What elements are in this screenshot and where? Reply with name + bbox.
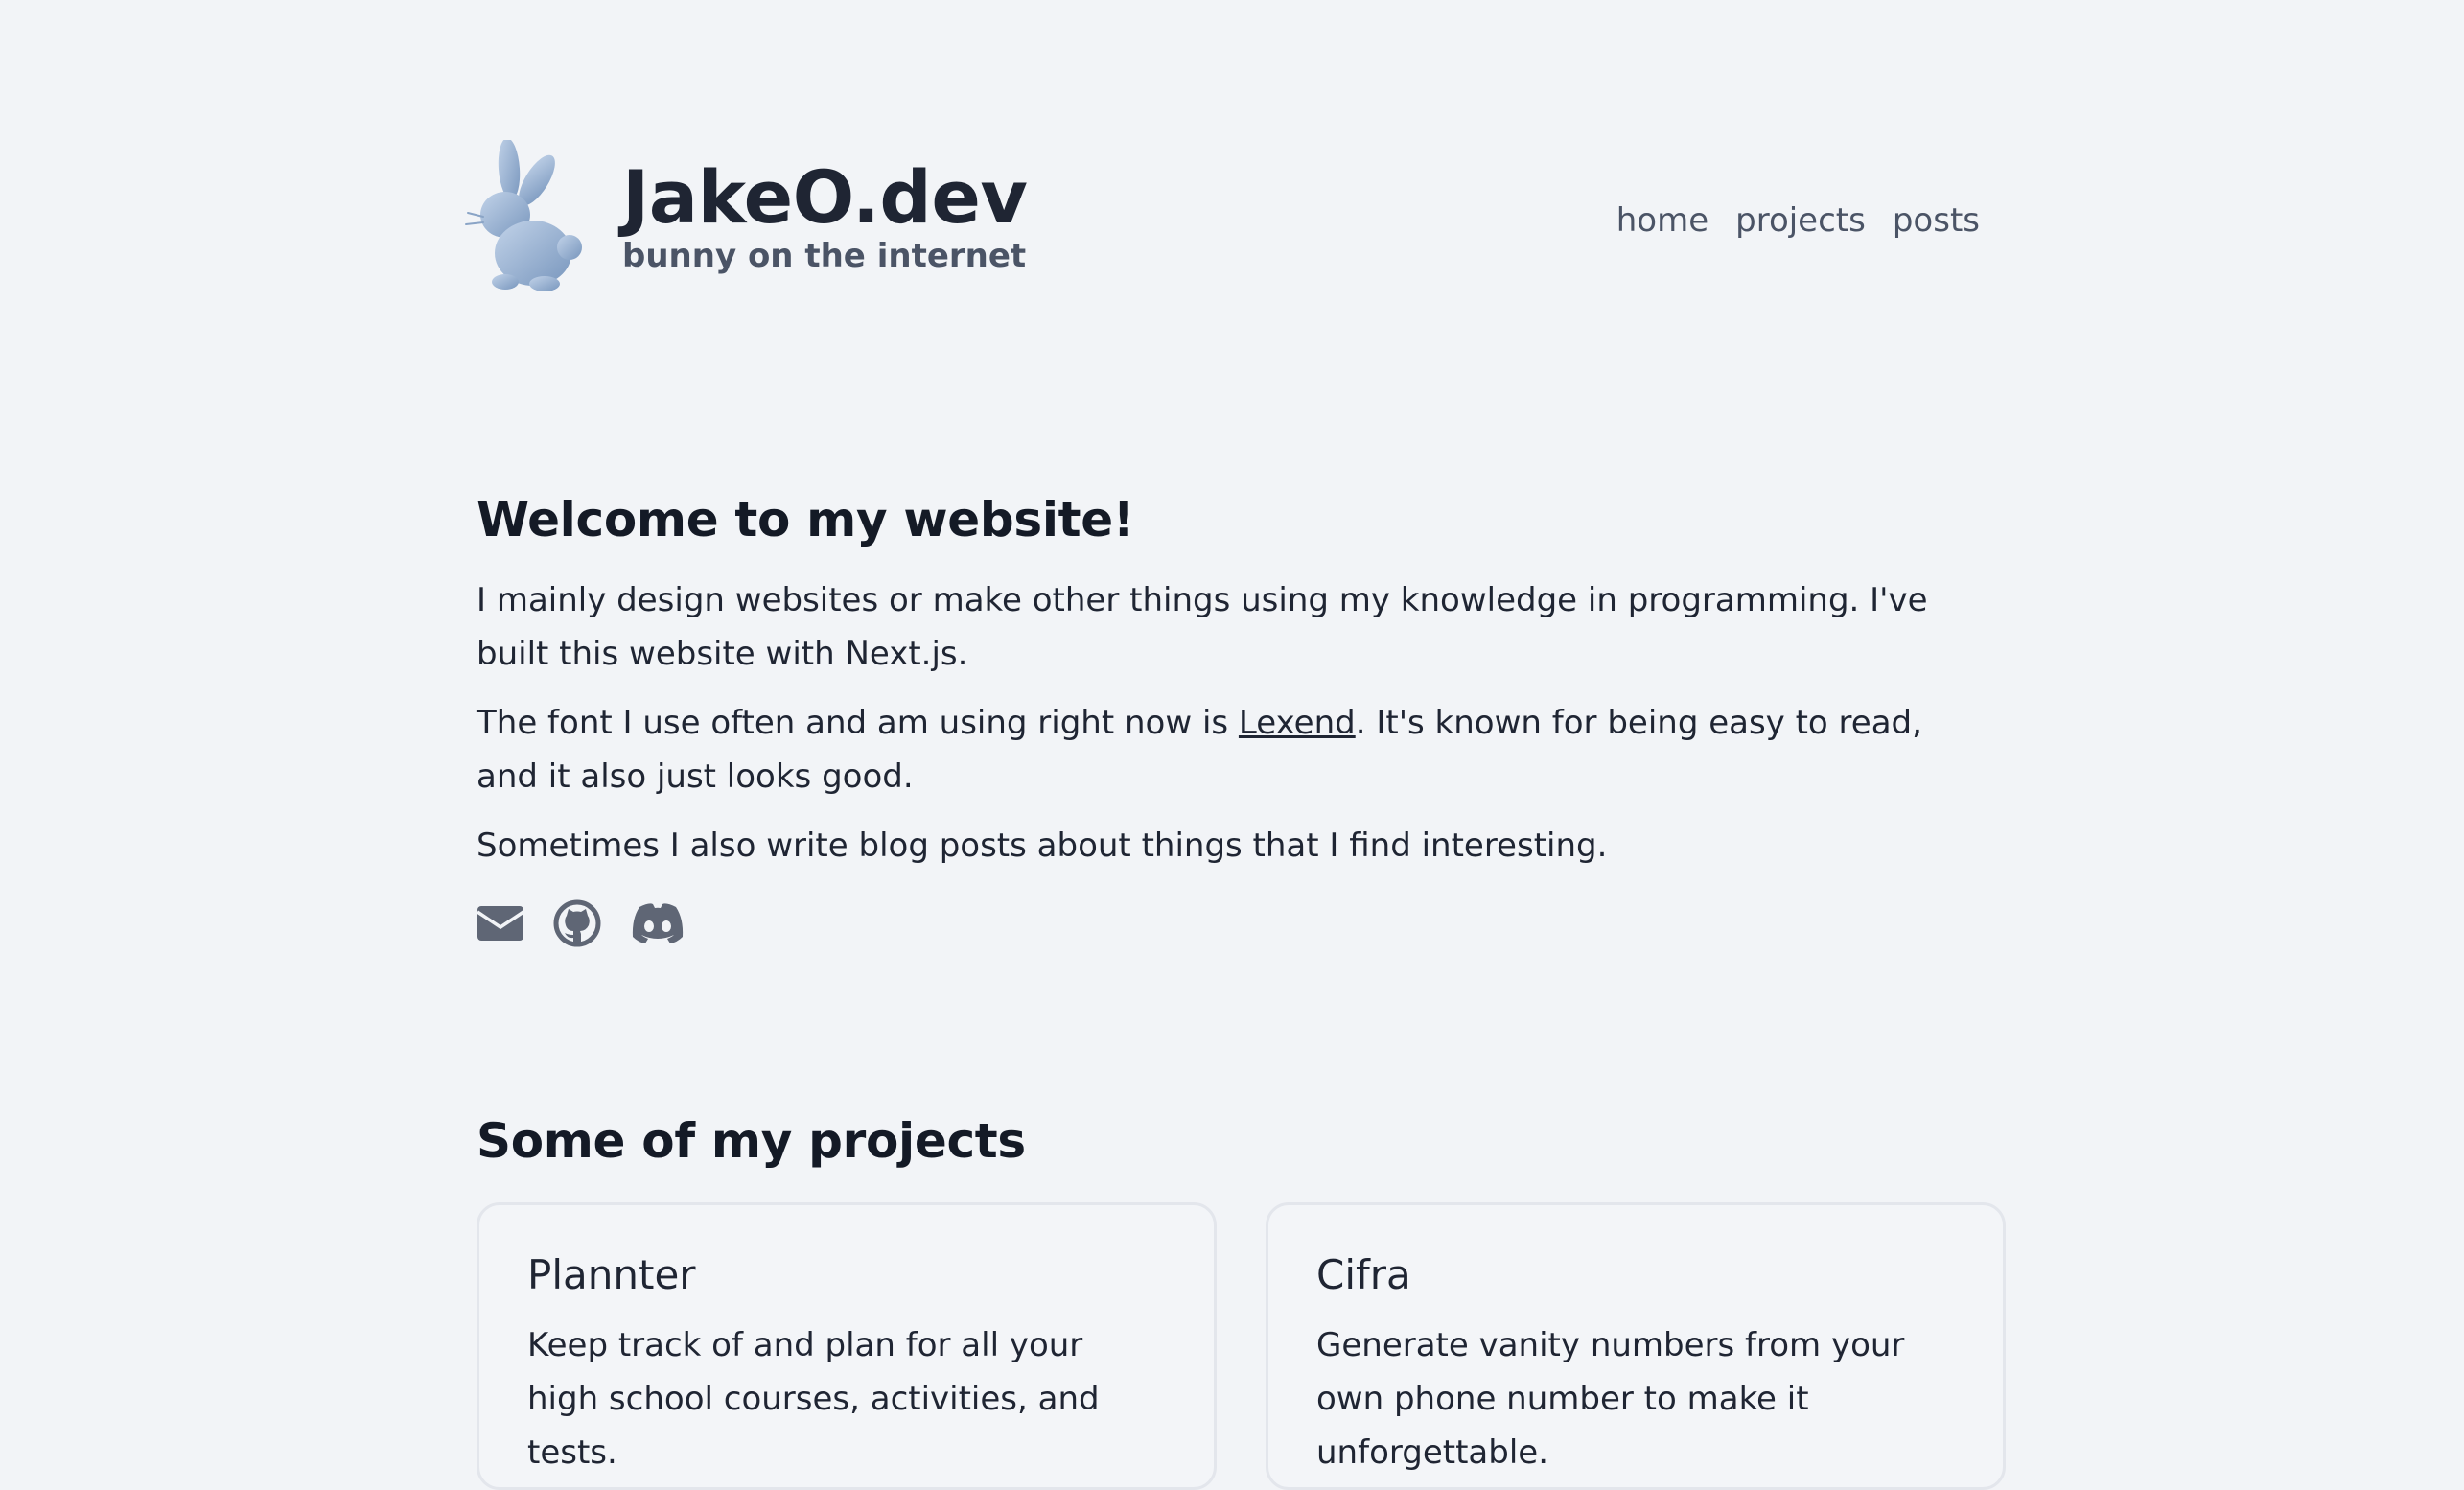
project-description: Generate vanity numbers from your own ph… xyxy=(1316,1326,1905,1472)
nav-item-projects[interactable]: projects xyxy=(1735,201,1866,240)
projects-heading: Some of my projects xyxy=(477,1113,1026,1169)
welcome-heading: Welcome to my website! xyxy=(477,492,1135,547)
main-nav: home projects posts xyxy=(1616,201,1980,240)
brand: JakeO.dev bunny on the internet xyxy=(622,161,1028,275)
discord-icon[interactable] xyxy=(630,902,686,944)
lexend-link[interactable]: Lexend xyxy=(1239,704,1356,742)
project-title: Cifra xyxy=(1316,1251,1411,1298)
bunny-logo-icon[interactable] xyxy=(464,140,587,293)
social-links xyxy=(477,899,2011,947)
intro-paragraph: I mainly design websites or make other t… xyxy=(477,581,1928,673)
github-icon[interactable] xyxy=(553,899,601,947)
nav-item-posts[interactable]: posts xyxy=(1893,201,1980,240)
project-card-plannter[interactable]: Plannter Keep track of and plan for all … xyxy=(477,1202,1217,1490)
project-title: Plannter xyxy=(527,1251,696,1298)
page: JakeO.dev bunny on the internet home pro… xyxy=(0,0,2464,1490)
site-subtitle: bunny on the internet xyxy=(622,237,1027,275)
blog-paragraph: Sometimes I also write blog posts about … xyxy=(477,826,1608,865)
project-description: Keep track of and plan for all your high… xyxy=(527,1326,1100,1472)
intro-section: Welcome to my website! I mainly design w… xyxy=(477,485,2011,947)
font-paragraph: The font I use often and am using right … xyxy=(477,696,1991,803)
project-card-cifra[interactable]: Cifra Generate vanity numbers from your … xyxy=(1266,1202,2006,1490)
mail-icon[interactable] xyxy=(477,904,524,943)
site-title[interactable]: JakeO.dev xyxy=(622,161,1028,234)
nav-item-home[interactable]: home xyxy=(1616,201,1709,240)
font-text-before: The font I use often and am using right … xyxy=(477,704,1239,742)
site-header: JakeO.dev bunny on the internet home pro… xyxy=(464,140,1980,293)
